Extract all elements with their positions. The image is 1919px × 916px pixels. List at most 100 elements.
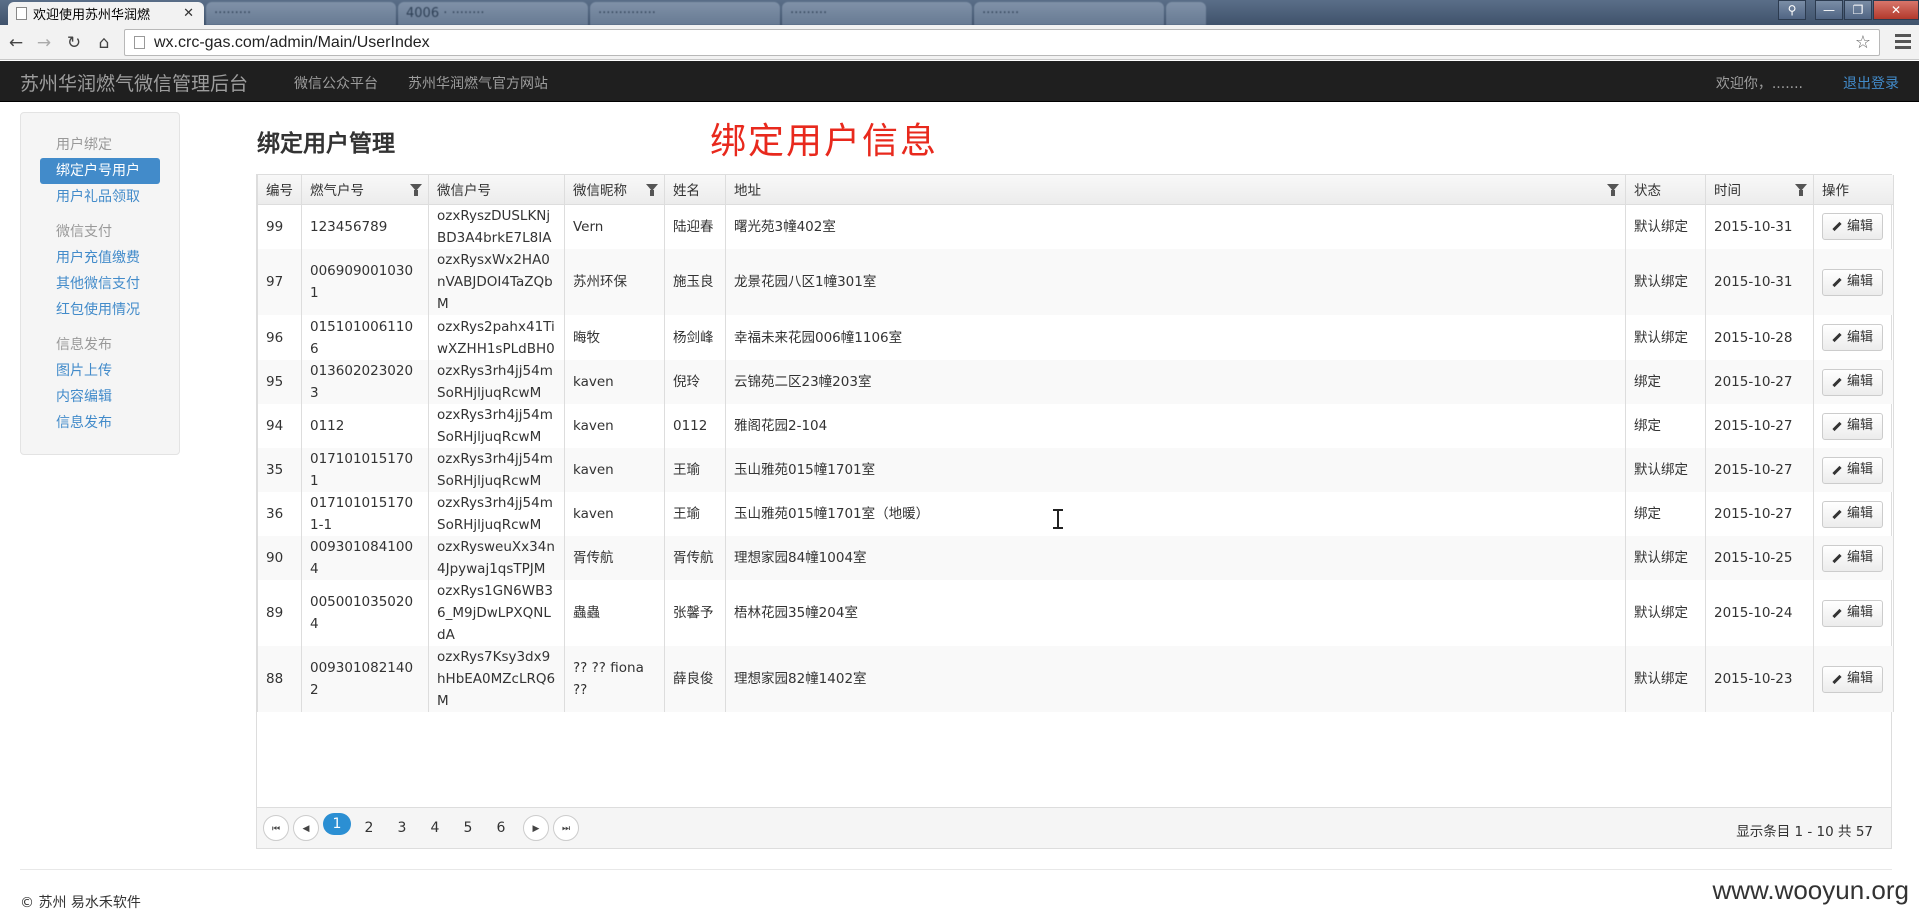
pencil-icon [1832,465,1842,475]
maximize-icon[interactable]: ❐ [1844,0,1872,20]
pager-info: 显示条目 1 - 10 共 57 [1736,824,1873,840]
column-header[interactable]: 时间 [1705,175,1814,205]
sidebar-item-publish[interactable]: 信息发布 [40,410,160,436]
edit-button[interactable]: 编辑 [1822,544,1884,572]
table-row: 99 123456789 ozxRyszDUSLKNjBD3A4brkE7L8IA V… [257,204,1894,249]
browser-tab-active[interactable]: 欢迎使用苏州华润燃 ✕ [8,2,204,25]
sidebar-item-red-packet[interactable]: 红包使用情况 [40,297,160,323]
column-header[interactable]: 微信昵称 [564,175,665,205]
prev-page-button[interactable]: ◀ [293,815,319,841]
cell-name: 杨剑峰 [664,315,726,360]
filter-icon[interactable] [1607,184,1619,196]
cell-wechat-id: ozxRys7Ksy3dx9hHbEA0MZcLRQ6M [428,646,565,712]
table-row: 94 0112 ozxRys3rh4jj54mSoRHjljuqRcwM kaven 0… [257,404,1894,448]
cell-gas-account: 123456789 [301,204,429,249]
address-bar[interactable]: wx.crc-gas.com/admin/Main/UserIndex ☆ [124,29,1880,56]
cell-address: 理想家园82幢1402室 [725,646,1626,712]
minimize-icon[interactable]: — [1815,0,1843,20]
cell-name: 胥传航 [664,536,726,580]
cell-actions: 编辑 [1813,360,1894,404]
edit-button[interactable]: 编辑 [1822,500,1884,528]
first-page-button[interactable]: ⏮ [263,815,289,841]
forward-icon[interactable]: → [34,33,54,53]
page-number-button[interactable]: 2 [356,815,382,841]
last-page-button[interactable]: ⏭ [553,815,579,841]
sidebar-item-content-edit[interactable]: 内容编辑 [40,384,160,410]
app-navbar: 苏州华润燃气微信管理后台 微信公众平台 苏州华润燃气官方网站 欢迎你，.....… [0,61,1919,102]
edit-button-label: 编辑 [1847,671,1874,686]
edit-button[interactable]: 编辑 [1822,665,1884,693]
logout-link[interactable]: 退出登录 [1843,73,1899,93]
bookmark-star-icon[interactable]: ☆ [1855,32,1871,53]
browser-menu-icon[interactable] [1895,34,1911,52]
column-header[interactable]: 微信户号 [428,175,565,205]
edit-button[interactable]: 编辑 [1822,368,1884,396]
home-icon[interactable]: ⌂ [94,33,114,53]
filter-icon[interactable] [1795,184,1807,196]
edit-button[interactable]: 编辑 [1822,599,1884,627]
sidebar-item-recharge[interactable]: 用户充值缴费 [40,245,160,271]
cell-date: 2015-10-28 [1705,315,1814,360]
browser-tab[interactable]: ········· [782,2,972,25]
cell-name: 王瑜 [664,448,726,492]
column-header[interactable]: 编号 [257,175,302,205]
page-number-button[interactable]: 3 [389,815,415,841]
next-page-button[interactable]: ▶ [523,815,549,841]
browser-tab[interactable]: 4006 · ········ [398,2,588,25]
table-row: 88 0093010821402 ozxRys7Ksy3dx9hHbEA0MZcLR… [257,646,1894,712]
pencil-icon [1832,277,1842,287]
close-window-icon[interactable]: ✕ [1873,0,1919,20]
edit-button[interactable]: 编辑 [1822,213,1884,241]
cell-date: 2015-10-27 [1705,404,1814,448]
edit-button[interactable]: 编辑 [1822,456,1884,484]
browser-tabstrip: 欢迎使用苏州华润燃 ✕ ········· 4006 · ········ ··… [0,0,1919,25]
column-header[interactable]: 燃气户号 [301,175,429,205]
edit-button[interactable]: 编辑 [1822,324,1884,351]
sidebar-item-image-upload[interactable]: 图片上传 [40,358,160,384]
browser-tab[interactable]: ·············· [590,2,780,25]
brand-title[interactable]: 苏州华润燃气微信管理后台 [20,69,248,96]
back-icon[interactable]: ← [6,33,26,53]
tab-close-icon[interactable]: ✕ [183,6,194,21]
cell-id: 88 [257,646,302,712]
edit-button[interactable]: 编辑 [1822,268,1884,296]
pencil-icon [1832,222,1842,232]
cell-nickname: 胥传航 [564,536,665,580]
sidebar-item-bound-users[interactable]: 绑定户号用户 [40,158,160,184]
cell-address: 云锦苑二区23幢203室 [725,360,1626,404]
reload-icon[interactable]: ↻ [64,33,84,53]
cell-status: 默认绑定 [1625,646,1706,712]
filter-icon[interactable] [646,184,658,196]
column-header-label: 地址 [734,183,761,200]
cell-address: 理想家园84幢1004室 [725,536,1626,580]
filter-icon[interactable] [410,184,422,196]
page-number-button[interactable]: 4 [422,815,448,841]
text-cursor-icon [1053,509,1063,529]
edit-button[interactable]: 编辑 [1822,412,1884,440]
new-tab-button[interactable] [1166,2,1206,25]
column-header[interactable]: 地址 [725,175,1626,205]
browser-tab[interactable]: ········· [206,2,396,25]
browser-tab[interactable]: ········· [974,2,1164,25]
page-title: 绑定用户管理 [257,130,395,157]
cell-date: 2015-10-27 [1705,492,1814,536]
cell-address: 曙光苑3幢402室 [725,204,1626,249]
page-number-button[interactable]: 6 [488,815,514,841]
nav-link-official-site[interactable]: 苏州华润燃气官方网站 [408,73,548,93]
cell-id: 94 [257,404,302,448]
page-number-button[interactable]: 1 [323,813,351,835]
cell-nickname: ?? ?? fiona ?? [564,646,665,712]
sidebar-item-gift-claim[interactable]: 用户礼品领取 [40,184,160,210]
nav-link-wechat-platform[interactable]: 微信公众平台 [294,73,378,93]
page-number-button[interactable]: 5 [455,815,481,841]
pencil-icon [1832,421,1842,431]
user-icon[interactable]: ⚲ [1778,0,1806,20]
column-header[interactable]: 状态 [1625,175,1706,205]
column-header[interactable]: 操作 [1813,175,1894,205]
cell-name: 0112 [664,404,726,448]
cell-gas-account: 0093010841004 [301,536,429,580]
column-header[interactable]: 姓名 [664,175,726,205]
column-header-label: 状态 [1634,183,1661,200]
cell-wechat-id: ozxRys3rh4jj54mSoRHjljuqRcwM [428,448,565,492]
sidebar-item-other-payment[interactable]: 其他微信支付 [40,271,160,297]
